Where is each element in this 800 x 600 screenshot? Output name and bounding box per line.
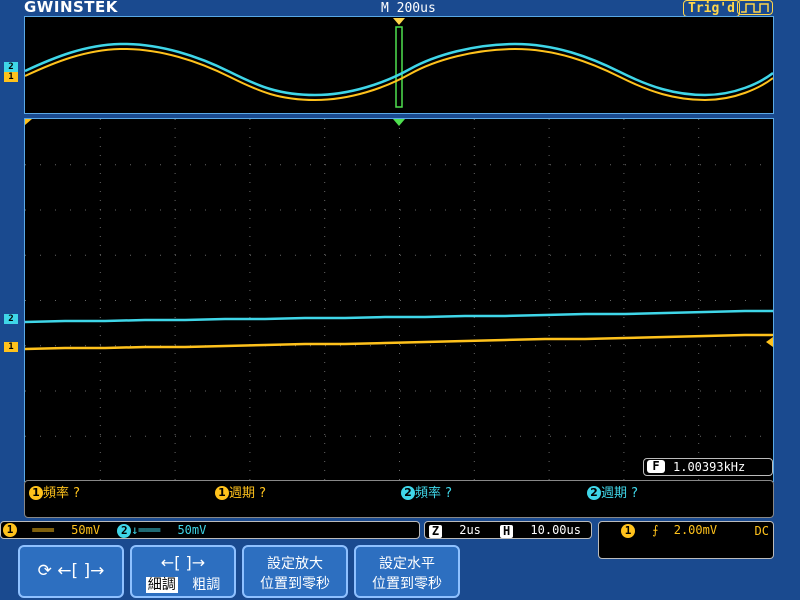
frequency-counter: F 1.00393kHz — [643, 458, 773, 476]
ch2-scale: 50mV — [177, 523, 207, 537]
ch2-ground-marker: 2 — [4, 314, 18, 324]
trigger-source-badge: 1 — [621, 524, 635, 538]
zoom-window-marker — [395, 26, 403, 108]
timebase-mode-label: M 200us — [381, 1, 436, 16]
zoom-badge: Z — [429, 525, 442, 538]
overview-ch2-trace — [25, 42, 773, 97]
ch1-trace — [25, 333, 773, 351]
channel-status-bar: 1 ═══ 50mV 2 ↓═══ 50mV — [0, 521, 420, 539]
ch2-coupling-icon: ↓═══ — [131, 523, 161, 537]
trigger-level-marker — [766, 337, 773, 347]
frequency-badge: F — [647, 460, 665, 473]
measurement-ch2-frequency[interactable]: 2 頻率 ? — [401, 482, 452, 501]
horizontal-position: 10.00us — [530, 523, 581, 537]
softkey2-symbol: ←[ ]→ — [160, 553, 206, 572]
trigger-corner-marker — [25, 119, 32, 125]
overview-ch2-marker: 2 — [4, 62, 18, 72]
trigger-status-badge: Trig'd — [683, 0, 740, 17]
brand-logo: GWINSTEK — [24, 0, 118, 16]
trigger-coupling: DC — [754, 524, 769, 538]
softkey1-symbol: ←[ ]→ — [57, 561, 105, 581]
softkey-fine-coarse[interactable]: ←[ ]→ 細調 粗調 — [130, 545, 236, 598]
graticule-dots — [25, 119, 761, 480]
trigger-status-panel: 1 ⨍ 2.00mV DC — [598, 521, 774, 559]
rotary-knob-icon: ⟳ — [37, 561, 52, 581]
ch1-ground-marker: 1 — [4, 342, 18, 352]
trigger-slope-icon: ⨍ — [652, 523, 659, 537]
ch2-trace — [25, 309, 773, 324]
horizontal-position-marker — [393, 119, 405, 126]
measurement-bar: 1 頻率 ? 1 週期 ? 2 頻率 ? 2 週期 ? — [24, 480, 774, 518]
memory-overview-window[interactable] — [24, 16, 774, 114]
ch1-scale: 50mV — [71, 523, 101, 537]
softkey-set-horizontal-zero[interactable]: 設定水平 位置到零秒 — [354, 545, 460, 598]
softkey-zoom-position[interactable]: ⟳ ←[ ]→ — [18, 545, 124, 598]
trigger-level: 2.00mV — [673, 523, 718, 537]
ch1-badge: 1 — [3, 523, 17, 537]
softkey3-line2: 位置到零秒 — [260, 576, 330, 592]
fine-option[interactable]: 細調 — [145, 577, 178, 593]
timebase-status-bar: Z 2us H 10.00us — [424, 521, 592, 539]
graticule-svg — [25, 119, 773, 480]
trigger-waveform-icon — [737, 0, 773, 15]
horizontal-badge: H — [500, 525, 514, 538]
coarse-option[interactable]: 粗調 — [192, 577, 220, 593]
frequency-value: 1.00393kHz — [673, 460, 746, 474]
waveform-graticule[interactable] — [24, 118, 774, 482]
softkey4-line1: 設定水平 — [379, 556, 435, 572]
trigger-position-marker — [393, 18, 405, 25]
softkey-set-zoom-zero[interactable]: 設定放大 位置到零秒 — [242, 545, 348, 598]
softkey3-line1: 設定放大 — [267, 556, 323, 572]
measurement-ch2-period[interactable]: 2 週期 ? — [587, 482, 638, 501]
overview-ch1-marker: 1 — [4, 72, 18, 82]
measurement-ch1-frequency[interactable]: 1 頻率 ? — [29, 482, 80, 501]
ch1-coupling-icon: ═══ — [32, 523, 54, 537]
measurement-ch1-period[interactable]: 1 週期 ? — [215, 482, 266, 501]
overview-waveforms — [25, 18, 773, 108]
zoom-scale: 2us — [459, 523, 481, 537]
softkey4-line2: 位置到零秒 — [372, 576, 442, 592]
ch2-badge: 2 — [117, 524, 132, 538]
